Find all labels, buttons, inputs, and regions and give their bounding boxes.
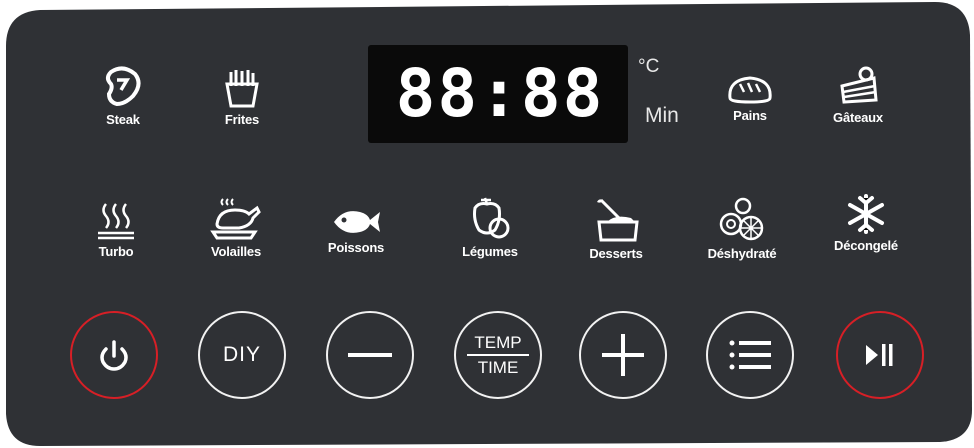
dessert-icon [597, 198, 639, 242]
play-pause-icon [866, 344, 893, 366]
steak-icon [106, 66, 141, 107]
time-label: TIME [477, 358, 519, 377]
mode-label: Frites [224, 112, 260, 127]
cake-icon [840, 66, 878, 104]
mode-label: Décongelé [834, 238, 898, 253]
mode-label: Desserts [589, 246, 643, 261]
menu-button[interactable] [706, 311, 794, 399]
temp-time-button[interactable]: TEMP TIME [454, 311, 542, 399]
fries-icon [225, 70, 259, 108]
vegetables-icon [473, 197, 510, 239]
mode-label: Gâteaux [833, 110, 883, 125]
chicken-icon [210, 198, 261, 240]
mode-turbo[interactable]: Turbo [56, 200, 176, 259]
mode-label: Volailles [211, 244, 261, 259]
temp-time-icon: TEMP TIME [467, 334, 529, 376]
mode-legumes[interactable]: Légumes [430, 194, 550, 259]
mode-frites[interactable]: Frites [182, 68, 302, 127]
dried-fruit-icon [719, 197, 764, 241]
bread-icon [728, 76, 772, 104]
temp-label: TEMP [474, 333, 522, 352]
mode-gateaux[interactable]: Gâteaux [798, 64, 918, 125]
mode-pains[interactable]: Pains [690, 74, 810, 123]
mode-label: Pains [733, 108, 767, 123]
control-panel: 88:88 °C Min Steak Frites Pains Gâteaux [0, 0, 974, 448]
power-button[interactable] [70, 311, 158, 399]
minus-icon [348, 353, 392, 357]
mode-steak[interactable]: Steak [63, 66, 183, 127]
mode-label: Déshydraté [707, 246, 777, 261]
mode-deshydrate[interactable]: Déshydraté [682, 196, 802, 261]
celsius-unit-label: °C [638, 56, 660, 77]
minutes-unit-label: Min [645, 104, 679, 127]
plus-icon [602, 334, 644, 376]
menu-list-icon [729, 340, 771, 370]
mode-label: Poissons [327, 240, 385, 255]
mode-volailles[interactable]: Volailles [176, 196, 296, 259]
divider [467, 354, 529, 356]
fish-icon [334, 211, 380, 233]
mode-label: Légumes [462, 244, 518, 259]
diy-label: DIY [222, 343, 261, 366]
mode-label: Steak [106, 112, 140, 127]
diy-button[interactable]: DIY [198, 311, 286, 399]
mode-label: Turbo [98, 244, 134, 259]
mode-poissons[interactable]: Poissons [296, 206, 416, 255]
display-digits: 88:88 [395, 55, 605, 132]
minus-button[interactable] [326, 311, 414, 399]
power-icon [100, 340, 128, 371]
mode-decongele[interactable]: Décongelé [806, 192, 926, 253]
snowflake-icon [848, 194, 884, 234]
heat-waves-icon [98, 203, 134, 240]
mode-desserts[interactable]: Desserts [556, 196, 676, 261]
play-pause-button[interactable] [836, 311, 924, 399]
plus-button[interactable] [579, 311, 667, 399]
